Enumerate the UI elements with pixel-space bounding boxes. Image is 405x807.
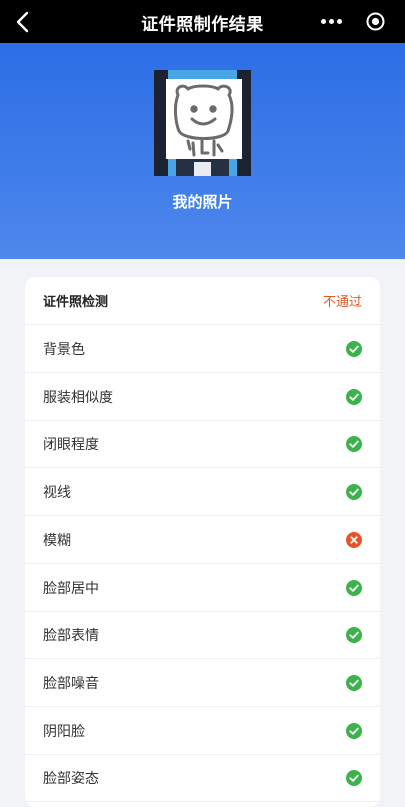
check-pass-icon [346, 674, 362, 691]
check-item-label: 阴阳脸 [43, 723, 85, 740]
check-fail-icon [346, 531, 362, 548]
check-pass-icon [346, 341, 362, 357]
check-result-card: 证件照检测 不通过 背景色服装相似度闭眼程度视线模糊脸部居中脸部表情脸部噪音阴阳… [25, 277, 380, 807]
check-item-label: 模糊 [43, 532, 71, 549]
photo-shirt [194, 162, 211, 176]
check-card-header: 证件照检测 不通过 [25, 277, 380, 325]
check-item-row: 脸部表情 [25, 611, 380, 660]
more-dots-icon[interactable] [321, 19, 343, 25]
photo-banner: 我的照片 [0, 43, 405, 259]
check-pass-icon [346, 579, 362, 596]
check-item-label: 背景色 [43, 342, 85, 358]
photo-label: 我的照片 [172, 193, 233, 211]
check-card-title: 证件照检测 [43, 295, 109, 310]
check-pass-icon [346, 484, 362, 501]
page-title: 证件照制作结果 [141, 15, 264, 35]
check-status-label: 不通过 [322, 295, 362, 310]
check-item-row: 闭眼程度 [25, 420, 380, 469]
check-item-row: 背景色 [25, 325, 380, 373]
check-item-row: 服装相似度 [25, 373, 380, 421]
id-photo[interactable] [154, 70, 251, 176]
check-pass-icon [346, 722, 362, 739]
check-item-row: 阴阳脸 [25, 707, 380, 755]
check-item-label: 脸部姿态 [43, 771, 99, 788]
check-item-label: 闭眼程度 [43, 437, 99, 454]
top-navigation-bar: 证件照制作结果 [0, 0, 405, 43]
check-pass-icon [346, 627, 362, 644]
check-item-label: 服装相似度 [43, 389, 113, 406]
check-item-row: 视线 [25, 468, 380, 517]
check-item-row: 脸部噪音 [25, 659, 380, 707]
check-item-row: 模糊 [25, 516, 380, 564]
check-item-label: 脸部表情 [43, 628, 99, 645]
check-item-label: 脸部居中 [43, 580, 99, 597]
check-item-row: 脸部居中 [25, 564, 380, 612]
check-pass-icon [346, 436, 362, 453]
check-item-label: 脸部噪音 [43, 675, 99, 692]
check-pass-icon [346, 388, 362, 405]
target-icon[interactable] [366, 12, 385, 31]
check-pass-icon [346, 770, 362, 787]
check-item-row: 脸部姿态 [25, 754, 380, 803]
bear-doodle-sticker-icon [166, 79, 242, 159]
check-item-label: 视线 [43, 485, 71, 502]
